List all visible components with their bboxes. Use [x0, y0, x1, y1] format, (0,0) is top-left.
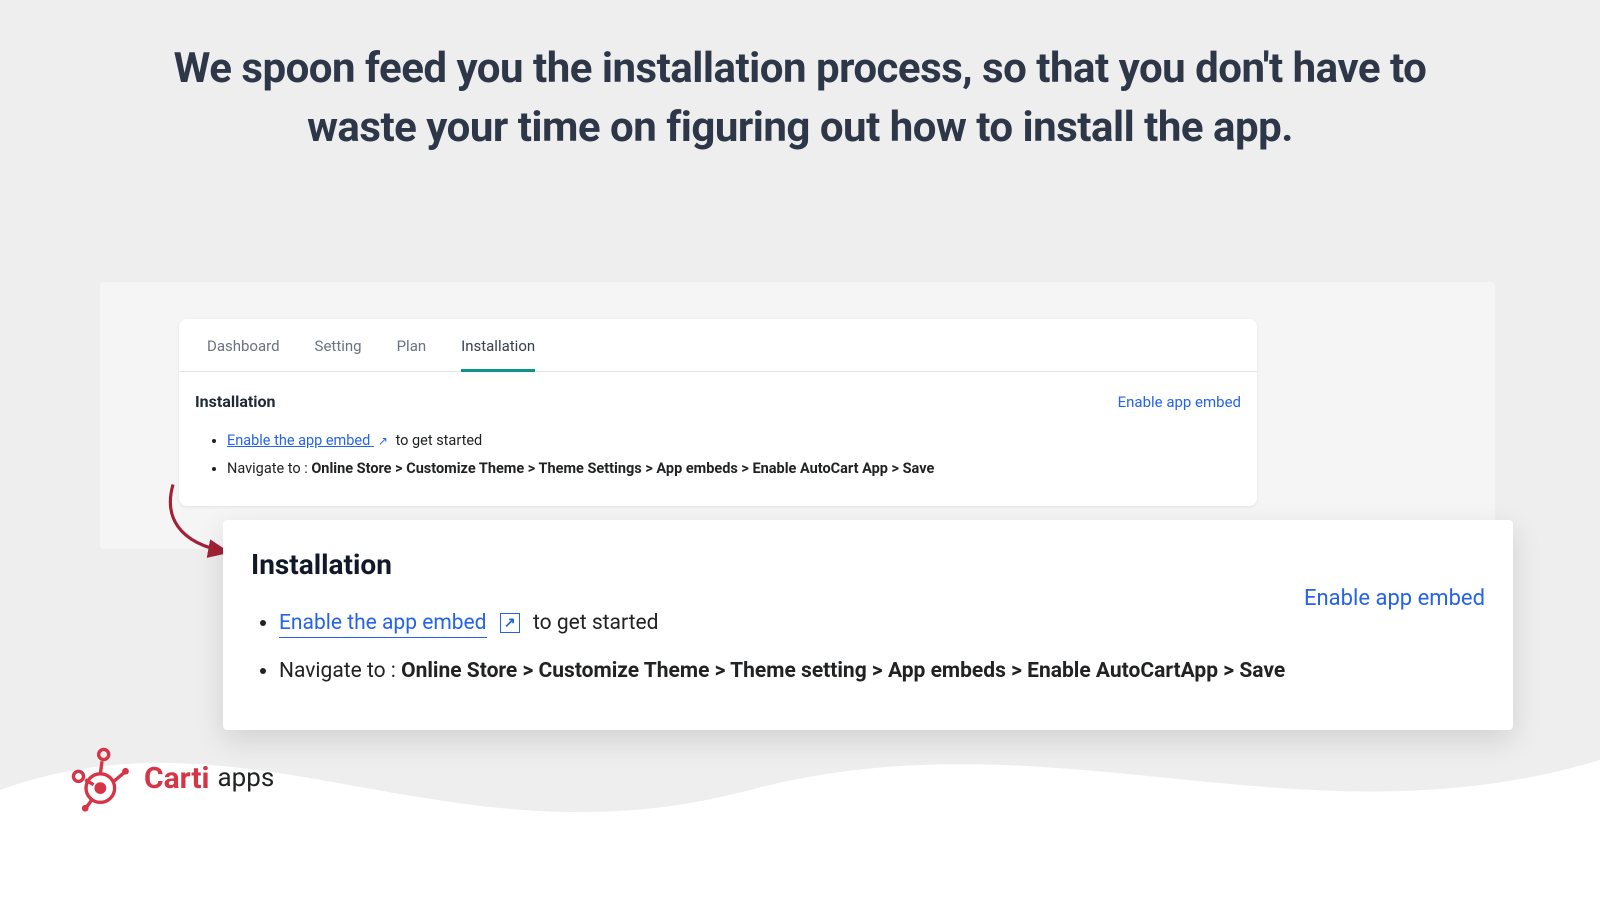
- card1-bullet-2: Navigate to : Online Store > Customize T…: [227, 455, 1241, 483]
- card1-bullet-1: Enable the app embed ↗ to get started: [227, 427, 1241, 455]
- enable-app-embed-link[interactable]: Enable app embed: [1118, 393, 1241, 411]
- card2-bullet2-path: Online Store > Customize Theme > Theme s…: [401, 659, 1285, 683]
- enable-embed-inline-link[interactable]: Enable the app embed: [227, 432, 374, 449]
- enable-app-embed-link-lg[interactable]: Enable app embed: [1304, 586, 1485, 611]
- logo-suffix-text: apps: [218, 763, 275, 793]
- installation-card-zoom: Installation Enable the app embed ↗ to g…: [223, 520, 1513, 730]
- tab-plan[interactable]: Plan: [397, 337, 427, 371]
- page-headline: We spoon feed you the installation proce…: [0, 0, 1600, 158]
- card2-title: Installation: [251, 548, 1285, 581]
- card1-title: Installation: [195, 392, 276, 411]
- card2-bullet1-rest: to get started: [533, 611, 658, 635]
- card1-bullet2-path: Online Store > Customize Theme > Theme S…: [311, 460, 934, 477]
- card1-bullet1-rest: to get started: [396, 432, 483, 449]
- card1-bullet2-pre: Navigate to :: [227, 460, 311, 477]
- card2-bullet-1: Enable the app embed ↗ to get started: [279, 599, 1285, 647]
- card2-bullet2-pre: Navigate to :: [279, 659, 401, 683]
- installation-card-small: Dashboard Setting Plan Installation Inst…: [179, 319, 1257, 506]
- card2-bullet-2: Navigate to : Online Store > Customize T…: [279, 647, 1285, 695]
- enable-embed-inline-link-lg[interactable]: Enable the app embed: [279, 611, 487, 638]
- brand-logo: Carti apps: [60, 736, 274, 820]
- tab-bar: Dashboard Setting Plan Installation: [179, 319, 1257, 372]
- external-link-icon: ↗: [378, 434, 388, 448]
- tab-installation[interactable]: Installation: [461, 337, 535, 372]
- logo-brand-text: Carti: [144, 761, 210, 796]
- tab-setting[interactable]: Setting: [315, 337, 362, 371]
- tab-dashboard[interactable]: Dashboard: [207, 337, 280, 371]
- external-link-icon: ↗: [500, 613, 520, 633]
- carti-logo-icon: [60, 736, 144, 820]
